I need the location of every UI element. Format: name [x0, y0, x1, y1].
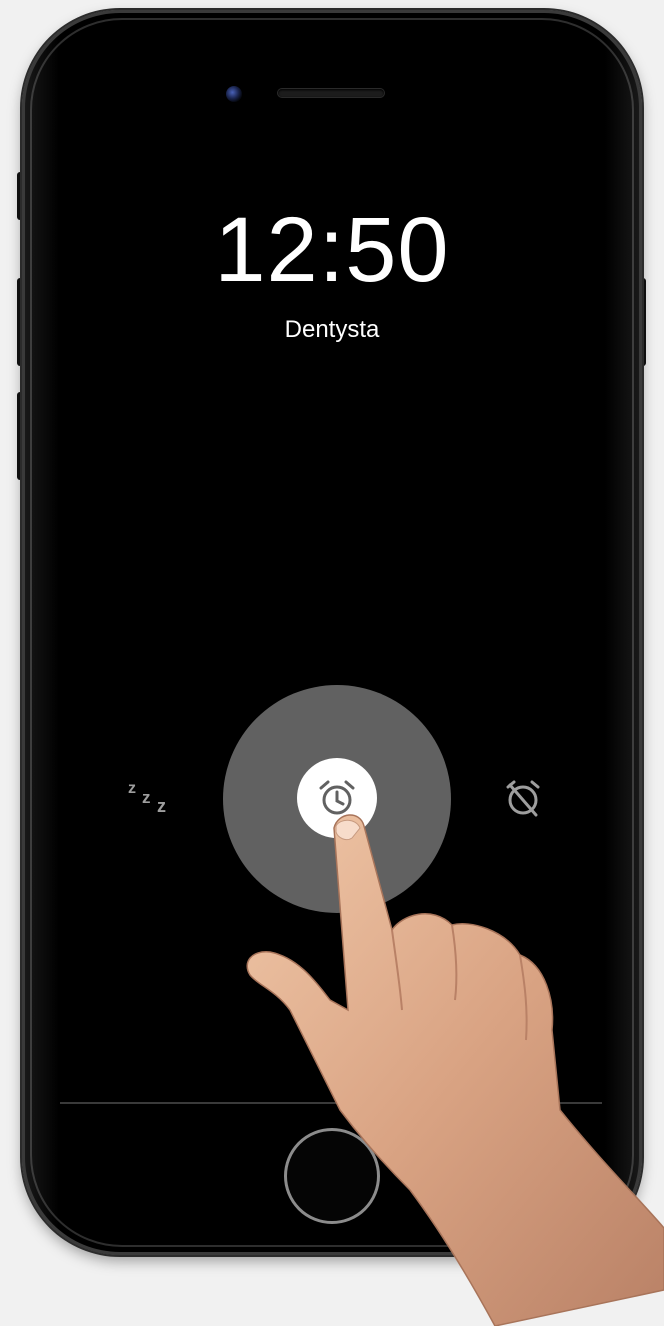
home-button[interactable]	[284, 1128, 380, 1224]
snooze-z-small: z	[128, 780, 136, 797]
earpiece-speaker	[278, 89, 384, 97]
alarm-screenshot-stage: 12:50 Dentysta z z z	[0, 0, 664, 1326]
snooze-z-medium: z	[142, 788, 151, 807]
alarm-drag-handle[interactable]	[297, 758, 377, 838]
alarm-off-icon	[506, 780, 540, 817]
snooze-z-large: z	[157, 796, 166, 816]
snooze-button[interactable]: z z z	[126, 776, 176, 820]
dismiss-button[interactable]	[503, 778, 543, 818]
screen-bottom-edge	[60, 1102, 602, 1104]
alarm-label: Dentysta	[284, 316, 380, 343]
front-camera	[226, 86, 242, 102]
alarm-time: 12:50	[214, 199, 450, 301]
alarm-clock-icon	[319, 780, 355, 815]
